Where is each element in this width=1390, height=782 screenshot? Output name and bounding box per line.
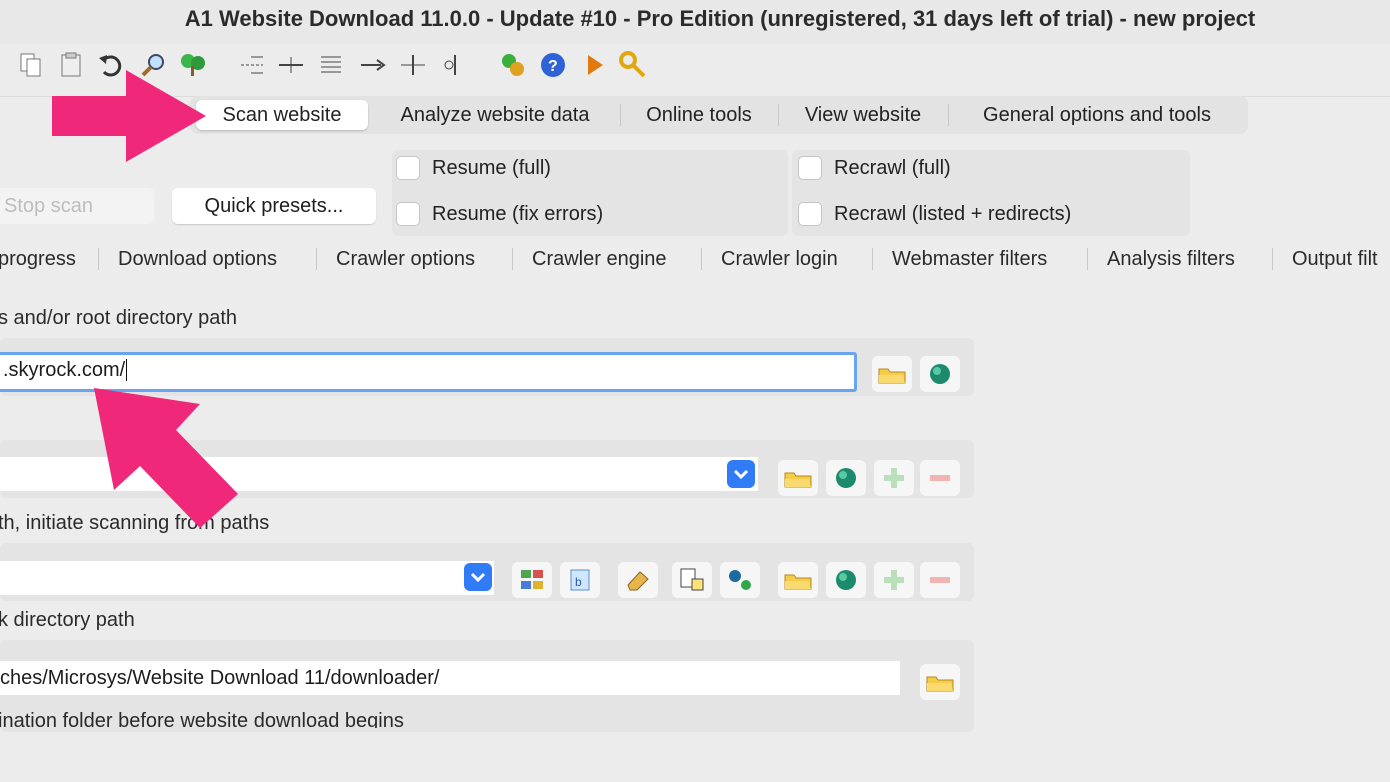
arrow-to-scan-tab — [52, 70, 206, 162]
annotation-arrows — [52, 70, 238, 528]
arrow-to-url-field — [94, 388, 238, 528]
